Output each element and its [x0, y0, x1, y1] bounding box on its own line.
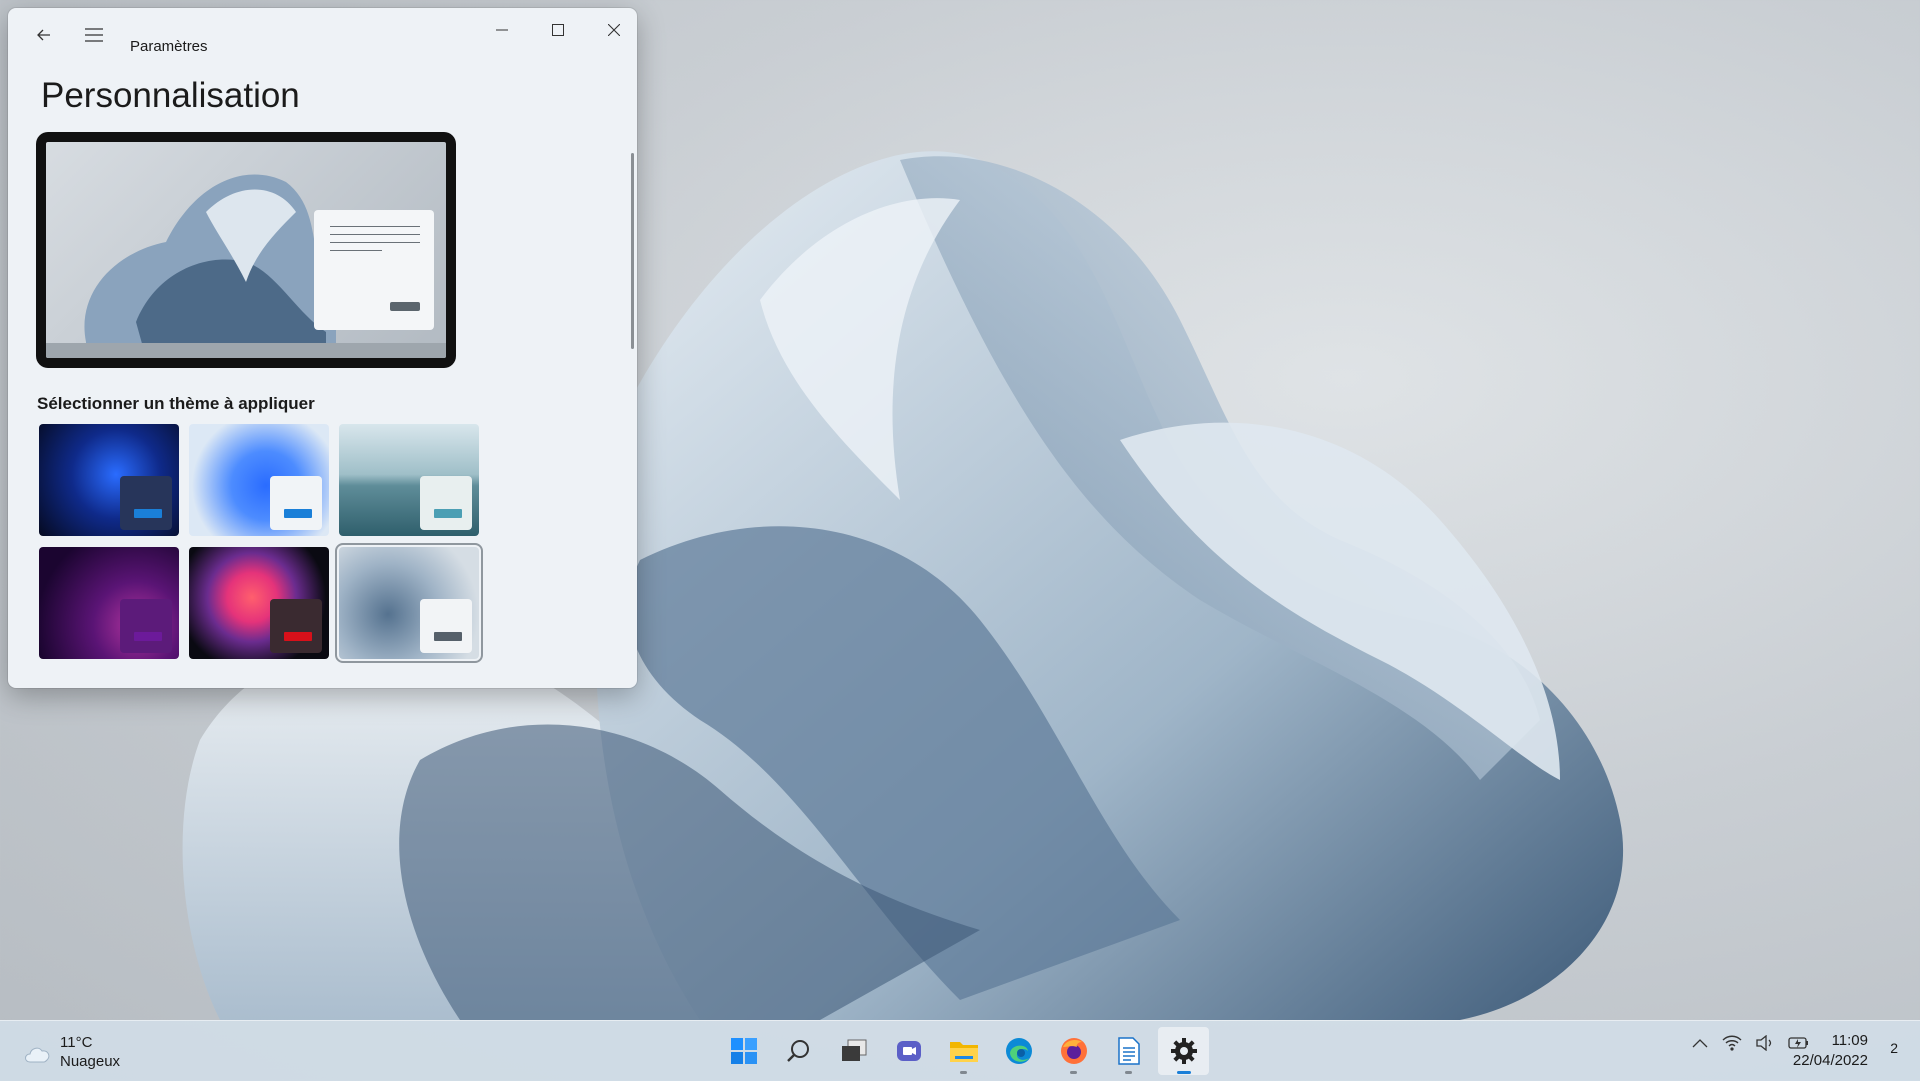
maximize-button[interactable] [530, 8, 586, 52]
minimize-button[interactable] [474, 8, 530, 52]
maximize-icon [552, 24, 564, 36]
preview-dialog [314, 210, 434, 330]
preview-line [330, 242, 420, 243]
clock-time: 11:09 [1831, 1032, 1868, 1049]
theme-accent-bar [134, 509, 162, 518]
clock-date: 22/04/2022 [1792, 1052, 1868, 1069]
chevron-up-icon [1692, 1039, 1708, 1048]
theme-section-label: Sélectionner un thème à appliquer [37, 394, 315, 413]
search-button[interactable] [773, 1027, 824, 1075]
edge-button[interactable] [993, 1027, 1044, 1075]
hamburger-icon [85, 28, 103, 42]
taskbar: 11°C Nuageux 11:09 22/04/2022 2 [0, 1020, 1920, 1081]
theme-tile-captured-motion[interactable] [189, 547, 329, 659]
theme-mini-window [120, 599, 172, 653]
theme-mini-window [120, 476, 172, 530]
volume-button[interactable] [1756, 1035, 1774, 1051]
chat-icon [896, 1041, 921, 1061]
firefox-icon [1060, 1038, 1087, 1064]
page-title: Personnalisation [41, 76, 300, 115]
theme-mini-window [420, 599, 472, 653]
edge-icon [1005, 1038, 1032, 1064]
window-title: Paramètres [130, 38, 208, 55]
minimize-icon [496, 29, 508, 31]
theme-tile-windows-dark[interactable] [39, 424, 179, 536]
settings-window: Paramètres Personnalisation Sélectionner… [8, 8, 637, 688]
search-icon [786, 1040, 809, 1062]
theme-accent-bar [284, 509, 312, 518]
start-icon [730, 1038, 757, 1064]
volume-icon [1756, 1035, 1772, 1051]
show-hidden-icons-button[interactable] [1692, 1038, 1708, 1048]
chat-button[interactable] [883, 1027, 934, 1075]
active-indicator [1176, 1071, 1191, 1074]
start-button[interactable] [718, 1027, 769, 1075]
theme-accent-bar [134, 632, 162, 641]
theme-tile-glow[interactable] [39, 547, 179, 659]
theme-mini-window [270, 476, 322, 530]
preview-button [390, 302, 420, 311]
preview-screen [46, 142, 446, 358]
close-icon [608, 24, 620, 36]
writer-button[interactable] [1103, 1027, 1154, 1075]
preview-line [330, 234, 420, 235]
close-button[interactable] [586, 8, 637, 52]
preview-line [330, 250, 382, 251]
theme-mini-window [420, 476, 472, 530]
file-explorer-icon [949, 1042, 978, 1062]
taskbar-apps [718, 1027, 1209, 1075]
preview-taskbar [46, 343, 446, 358]
weather-temperature: 11°C [60, 1034, 93, 1051]
theme-accent-bar [434, 509, 462, 518]
firefox-button[interactable] [1048, 1027, 1099, 1075]
theme-accent-bar [284, 632, 312, 641]
back-arrow-icon [37, 29, 50, 41]
wifi-icon [1722, 1035, 1742, 1051]
theme-mini-window [270, 599, 322, 653]
scrollbar[interactable] [631, 153, 634, 349]
settings-button[interactable] [1158, 1027, 1209, 1075]
title-bar: Paramètres [8, 8, 637, 70]
cloud-icon [25, 1047, 50, 1063]
clock[interactable]: 11:09 22/04/2022 [1793, 1031, 1868, 1071]
task-view-icon [841, 1039, 866, 1061]
weather-text: 11°C Nuageux [60, 1033, 120, 1071]
network-button[interactable] [1722, 1035, 1742, 1051]
settings-icon [1170, 1038, 1197, 1064]
running-indicator [1070, 1071, 1077, 1074]
theme-tile-flow-selected[interactable] [335, 543, 483, 663]
weather-widget[interactable]: 11°C Nuageux [22, 1031, 182, 1073]
theme-accent-bar [434, 632, 462, 641]
file-explorer-button[interactable] [938, 1027, 989, 1075]
theme-tile-windows-light[interactable] [189, 424, 329, 536]
preview-line [330, 226, 420, 227]
weather-description: Nuageux [60, 1053, 121, 1070]
theme-tile-lake[interactable] [339, 424, 479, 536]
running-indicator [960, 1071, 967, 1074]
task-view-button[interactable] [828, 1027, 879, 1075]
theme-preview [36, 132, 456, 368]
menu-button[interactable] [76, 18, 112, 52]
writer-icon [1117, 1037, 1140, 1065]
running-indicator [1125, 1071, 1132, 1074]
notification-count[interactable]: 2 [1890, 1040, 1898, 1056]
back-button[interactable] [26, 18, 62, 52]
